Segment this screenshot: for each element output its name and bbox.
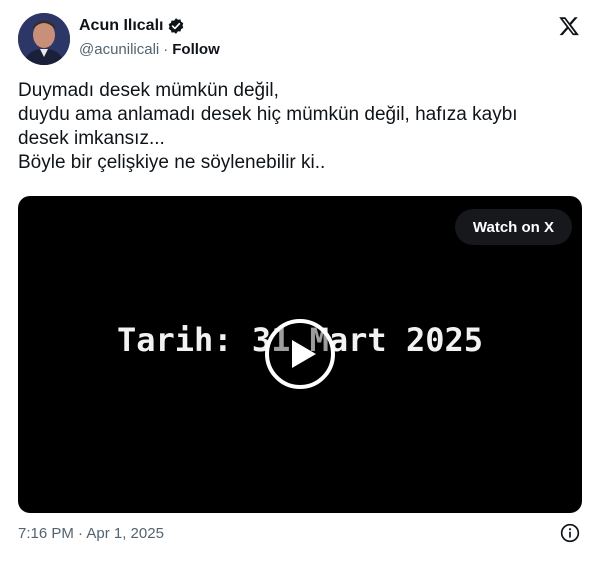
tweet-line: duydu ama anlamadı desek hiç mümkün deği… xyxy=(18,104,518,125)
author-display-name[interactable]: Acun Ilıcalı xyxy=(79,17,163,35)
verified-badge-icon xyxy=(167,17,185,35)
author-handle[interactable]: @acunilicali xyxy=(79,41,159,58)
tweet-timestamp[interactable]: 7:16 PM · Apr 1, 2025 xyxy=(18,525,164,542)
author-name-row: Acun Ilıcalı xyxy=(79,17,185,35)
separator-dot: · xyxy=(163,41,169,58)
play-icon[interactable] xyxy=(264,318,336,390)
avatar[interactable] xyxy=(18,13,70,65)
tweet-line: desek imkansız... xyxy=(18,128,165,149)
video-player[interactable]: Watch on X Tarih: 31 Mart 2025 xyxy=(18,196,582,513)
author-handle-row: @acunilicali · Follow xyxy=(79,41,220,58)
x-logo-icon[interactable] xyxy=(558,15,580,37)
info-icon[interactable] xyxy=(560,523,580,543)
watch-on-x-button[interactable]: Watch on X xyxy=(454,209,572,245)
tweet-text: Duymadı desek mümkün değil, duydu ama an… xyxy=(18,79,584,175)
tweet-line: Duymadı desek mümkün değil, xyxy=(18,80,279,101)
follow-link[interactable]: Follow xyxy=(172,41,220,58)
tweet-line: Böyle bir çelişkiye ne söylenebilir ki.. xyxy=(18,152,326,173)
